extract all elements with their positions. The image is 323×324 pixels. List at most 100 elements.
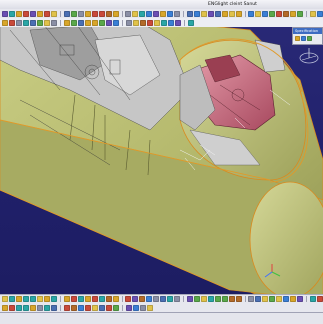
- std-snap-icon[interactable]: [30, 304, 36, 311]
- sphere-icon[interactable]: [91, 296, 98, 302]
- rib-icon[interactable]: [139, 10, 146, 17]
- std-show-icon[interactable]: [64, 304, 70, 311]
- scale-icon[interactable]: [235, 296, 242, 302]
- spline-icon[interactable]: [63, 296, 70, 302]
- std-isolate-icon[interactable]: [71, 304, 77, 311]
- std-help-icon[interactable]: [147, 304, 153, 311]
- std-play-icon[interactable]: [113, 304, 119, 311]
- grid-icon[interactable]: [77, 10, 84, 17]
- slot-icon[interactable]: [146, 10, 153, 17]
- redo-icon[interactable]: [16, 10, 22, 17]
- draft-icon[interactable]: [167, 10, 174, 17]
- camera-icon[interactable]: [297, 10, 304, 17]
- compass-icon[interactable]: [298, 46, 320, 66]
- tree-node-icon[interactable]: [307, 36, 312, 41]
- split-icon[interactable]: [214, 10, 221, 17]
- parameter-icon[interactable]: [297, 296, 304, 302]
- extrude-icon[interactable]: [77, 296, 84, 302]
- axis-icon[interactable]: [140, 19, 146, 26]
- std-section-icon[interactable]: [78, 304, 84, 311]
- sketch-icon[interactable]: [91, 10, 98, 17]
- constraint-icon[interactable]: [283, 296, 290, 302]
- fillet-icon[interactable]: [153, 10, 160, 17]
- shading-icon[interactable]: [85, 19, 91, 26]
- assemble-icon[interactable]: [269, 10, 276, 17]
- tree-node-icon[interactable]: [301, 36, 306, 41]
- select-icon[interactable]: [2, 10, 8, 17]
- affinity-icon[interactable]: [248, 296, 255, 302]
- offset-icon[interactable]: [105, 296, 112, 302]
- extract-icon[interactable]: [200, 296, 207, 302]
- plane-icon[interactable]: [30, 296, 36, 302]
- part-icon[interactable]: [276, 10, 283, 17]
- measure-icon[interactable]: [84, 10, 91, 17]
- swap-icon[interactable]: [106, 19, 112, 26]
- line-icon[interactable]: [161, 19, 167, 26]
- search-icon[interactable]: [70, 10, 77, 17]
- view-back-icon[interactable]: [9, 19, 15, 26]
- hole-icon[interactable]: [132, 10, 139, 17]
- light-icon[interactable]: [309, 10, 316, 17]
- view-iso-icon[interactable]: [23, 19, 29, 26]
- std-export-icon[interactable]: [133, 304, 139, 311]
- union-icon[interactable]: [248, 10, 255, 17]
- std-color-icon[interactable]: [44, 304, 50, 311]
- std-import-icon[interactable]: [140, 304, 146, 311]
- std-record-icon[interactable]: [106, 304, 112, 311]
- shell-icon[interactable]: [174, 10, 181, 17]
- multiview-icon[interactable]: [78, 19, 84, 26]
- knowledge-icon[interactable]: [316, 296, 323, 302]
- filter-icon[interactable]: [126, 19, 132, 26]
- split-icon[interactable]: [174, 296, 181, 302]
- material-icon[interactable]: [316, 10, 323, 17]
- 3d-viewport[interactable]: [0, 0, 323, 323]
- layers-icon[interactable]: [113, 19, 119, 26]
- shaft-icon[interactable]: [112, 10, 119, 17]
- std-compass-icon[interactable]: [16, 304, 22, 311]
- trim-icon[interactable]: [186, 296, 193, 302]
- groove-icon[interactable]: [125, 10, 132, 17]
- pocket-icon[interactable]: [105, 10, 112, 17]
- save-icon[interactable]: [51, 10, 57, 17]
- symmetry-icon[interactable]: [228, 296, 235, 302]
- circle-icon[interactable]: [51, 296, 57, 302]
- render-icon[interactable]: [290, 10, 297, 17]
- join-icon[interactable]: [146, 296, 153, 302]
- tree-node-icon[interactable]: [295, 36, 300, 41]
- pattern-icon[interactable]: [200, 10, 207, 17]
- thicken-icon[interactable]: [186, 10, 193, 17]
- undo-icon[interactable]: [9, 10, 15, 17]
- normal-icon[interactable]: [71, 19, 77, 26]
- boundary-icon[interactable]: [193, 296, 200, 302]
- intersection-icon[interactable]: [44, 296, 50, 302]
- std-hide-icon[interactable]: [51, 304, 57, 311]
- mirror-icon[interactable]: [193, 10, 200, 17]
- pad-icon[interactable]: [98, 10, 105, 17]
- fillet-icon[interactable]: [207, 296, 214, 302]
- revolve-icon[interactable]: [84, 296, 91, 302]
- rotate-icon[interactable]: [64, 19, 70, 26]
- heal-icon[interactable]: [153, 296, 160, 302]
- repetition-icon[interactable]: [255, 296, 262, 302]
- surface-icon[interactable]: [175, 19, 181, 26]
- cylinder-icon[interactable]: [98, 296, 105, 302]
- std-select-icon[interactable]: [2, 304, 8, 311]
- plane-icon[interactable]: [147, 19, 153, 26]
- analysis-icon[interactable]: [269, 296, 276, 302]
- zoom-in-icon[interactable]: [30, 19, 36, 26]
- std-ruler-icon[interactable]: [9, 304, 15, 311]
- blend-icon[interactable]: [132, 296, 139, 302]
- boolean-icon[interactable]: [235, 10, 242, 17]
- law-icon[interactable]: [262, 296, 269, 302]
- print-icon[interactable]: [63, 10, 70, 17]
- intersect-icon[interactable]: [262, 10, 269, 17]
- pan-icon[interactable]: [51, 19, 57, 26]
- polyline-icon[interactable]: [23, 296, 29, 302]
- formula-icon[interactable]: [309, 296, 316, 302]
- fit-all-icon[interactable]: [44, 19, 50, 26]
- untrim-icon[interactable]: [160, 296, 167, 302]
- std-grid-icon[interactable]: [23, 304, 29, 311]
- std-stop-icon[interactable]: [126, 304, 132, 311]
- sew-icon[interactable]: [221, 10, 228, 17]
- std-camera-icon[interactable]: [99, 304, 105, 311]
